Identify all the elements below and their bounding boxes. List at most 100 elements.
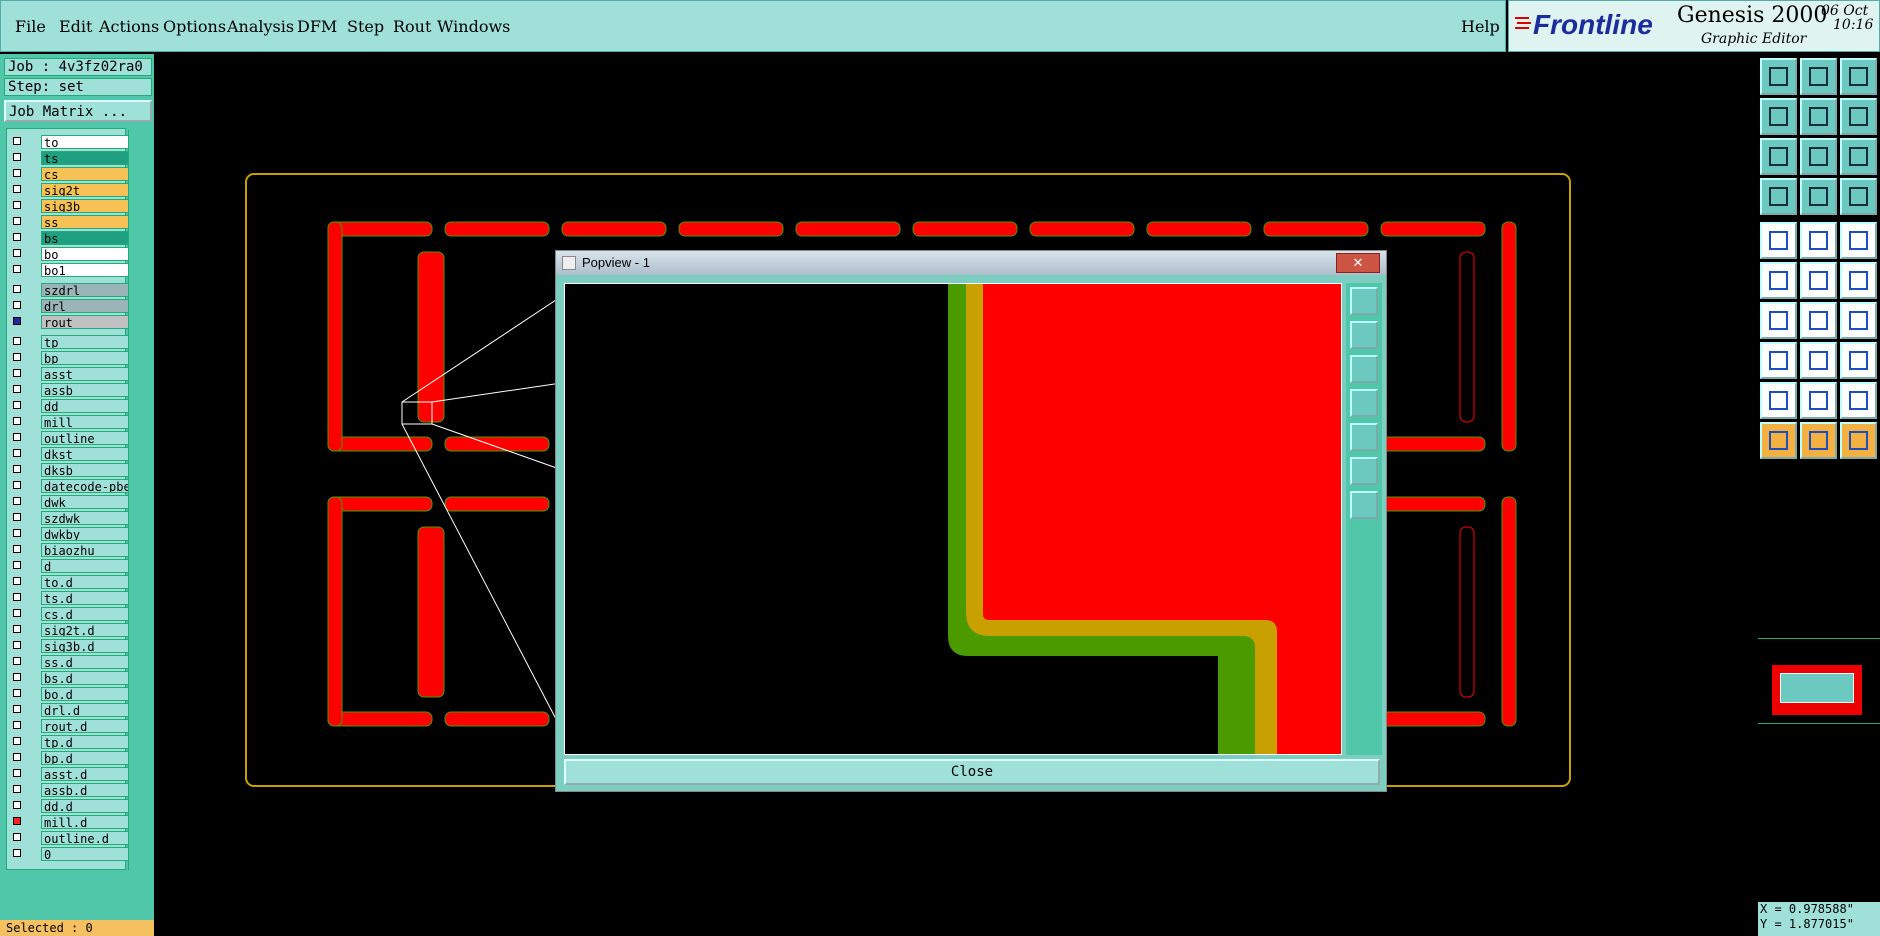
layer-checkbox[interactable] (7, 215, 35, 229)
layer-row[interactable]: mill.d (7, 815, 129, 829)
layer-row[interactable]: sig2t.d (7, 623, 129, 637)
layer-row[interactable]: outline.d (7, 831, 129, 845)
layer-checkbox[interactable] (7, 135, 35, 149)
pan-right-icon[interactable] (1350, 423, 1378, 451)
layer-checkbox[interactable] (7, 431, 35, 445)
popview-canvas[interactable] (564, 283, 1342, 755)
layer-checkbox[interactable] (7, 299, 35, 313)
zoom-home-icon[interactable] (1350, 355, 1378, 383)
layer-checkbox[interactable] (7, 655, 35, 669)
pan-left-button[interactable] (1760, 98, 1797, 135)
angle-button[interactable] (1840, 382, 1877, 419)
layer-row[interactable]: bs (7, 231, 129, 245)
node-button[interactable] (1840, 262, 1877, 299)
layer-checkbox[interactable] (7, 703, 35, 717)
layer-row[interactable]: asst (7, 367, 129, 381)
layer-checkbox[interactable] (7, 751, 35, 765)
menu-options[interactable]: Options (163, 17, 226, 36)
layer-checkbox[interactable] (7, 183, 35, 197)
layer-row[interactable]: sig3b.d (7, 639, 129, 653)
layer-checkbox[interactable] (7, 559, 35, 573)
menu-help[interactable]: Help (1461, 17, 1500, 36)
fit-icon[interactable] (1350, 457, 1378, 485)
layer-checkbox[interactable] (7, 495, 35, 509)
popview-title-bar[interactable]: Popview - 1 ✕ (556, 251, 1386, 275)
zoom-out-button[interactable] (1800, 58, 1837, 95)
dash-button[interactable] (1800, 342, 1837, 379)
layer-row[interactable]: bp (7, 351, 129, 365)
layer-row[interactable]: drl.d (7, 703, 129, 717)
layer-checkbox[interactable] (7, 367, 35, 381)
select-button[interactable] (1760, 222, 1797, 259)
layer-checkbox[interactable] (7, 415, 35, 429)
layer-row[interactable]: bp.d (7, 751, 129, 765)
layer-checkbox[interactable] (7, 447, 35, 461)
layer-checkbox[interactable] (7, 167, 35, 181)
layer-row[interactable]: rout (7, 315, 129, 329)
layer-checkbox[interactable] (7, 719, 35, 733)
layer-checkbox[interactable] (7, 591, 35, 605)
grid-button[interactable] (1800, 178, 1837, 215)
layer-row[interactable]: drl (7, 299, 129, 313)
menu-analysis[interactable]: Analysis (227, 17, 294, 36)
layer-row[interactable]: assb.d (7, 783, 129, 797)
pointer-outline-button[interactable] (1840, 422, 1877, 459)
menu-edit[interactable]: Edit (59, 17, 92, 36)
layer-checkbox[interactable] (7, 783, 35, 797)
layer-row[interactable]: ts (7, 151, 129, 165)
layer-checkbox[interactable] (7, 831, 35, 845)
layer-row[interactable]: dwkby (7, 527, 129, 541)
layer-row[interactable]: bo.d (7, 687, 129, 701)
layer-checkbox[interactable] (7, 575, 35, 589)
layer-checkbox[interactable] (7, 383, 35, 397)
menu-rout[interactable]: Rout (393, 17, 431, 36)
layer-checkbox[interactable] (7, 671, 35, 685)
scale-button[interactable] (1840, 138, 1877, 175)
menu-step[interactable]: Step (347, 17, 384, 36)
layer-row[interactable]: ss (7, 215, 129, 229)
job-matrix-button[interactable]: Job Matrix ... (4, 100, 152, 122)
layer-row[interactable]: cs (7, 167, 129, 181)
layer-row[interactable]: ts.d (7, 591, 129, 605)
ruler-button[interactable] (1840, 222, 1877, 259)
pointer-orange-button[interactable] (1800, 422, 1837, 459)
layer-checkbox[interactable] (7, 151, 35, 165)
layer-scrollbar[interactable] (128, 130, 151, 870)
dimension-button[interactable] (1840, 342, 1877, 379)
layer-row[interactable]: asst.d (7, 767, 129, 781)
layer-checkbox[interactable] (7, 607, 35, 621)
layer-row[interactable]: tp.d (7, 735, 129, 749)
layer-checkbox[interactable] (7, 315, 35, 329)
triangle-button[interactable] (1760, 382, 1797, 419)
layer-checkbox[interactable] (7, 543, 35, 557)
layer-row[interactable]: 0 (7, 847, 129, 861)
zoom-in-icon[interactable] (1350, 287, 1378, 315)
connect-button[interactable] (1760, 262, 1797, 299)
center-button[interactable] (1800, 138, 1837, 175)
layer-checkbox[interactable] (7, 463, 35, 477)
layer-row[interactable]: sig3b (7, 199, 129, 213)
cross-button[interactable] (1800, 262, 1837, 299)
arc-button[interactable] (1840, 302, 1877, 339)
zoom-in-button[interactable] (1760, 58, 1797, 95)
layer-row[interactable]: sig2t (7, 183, 129, 197)
menu-dfm[interactable]: DFM (297, 17, 337, 36)
layer-checkbox[interactable] (7, 351, 35, 365)
layer-checkbox[interactable] (7, 399, 35, 413)
layer-row[interactable]: dd (7, 399, 129, 413)
layer-row[interactable]: to (7, 135, 129, 149)
zoom-out-icon[interactable] (1350, 321, 1378, 349)
layer-row[interactable]: dkst (7, 447, 129, 461)
home-button[interactable] (1840, 58, 1877, 95)
layer-checkbox[interactable] (7, 231, 35, 245)
layer-checkbox[interactable] (7, 799, 35, 813)
layer-checkbox[interactable] (7, 511, 35, 525)
layer-row[interactable]: rout.d (7, 719, 129, 733)
layer-checkbox[interactable] (7, 623, 35, 637)
layer-row[interactable]: bo (7, 247, 129, 261)
layer-checkbox[interactable] (7, 479, 35, 493)
layer-row[interactable]: to.d (7, 575, 129, 589)
layer-row[interactable]: szdrl (7, 283, 129, 297)
layer-row[interactable]: biaozhu (7, 543, 129, 557)
layer-row[interactable]: cs.d (7, 607, 129, 621)
